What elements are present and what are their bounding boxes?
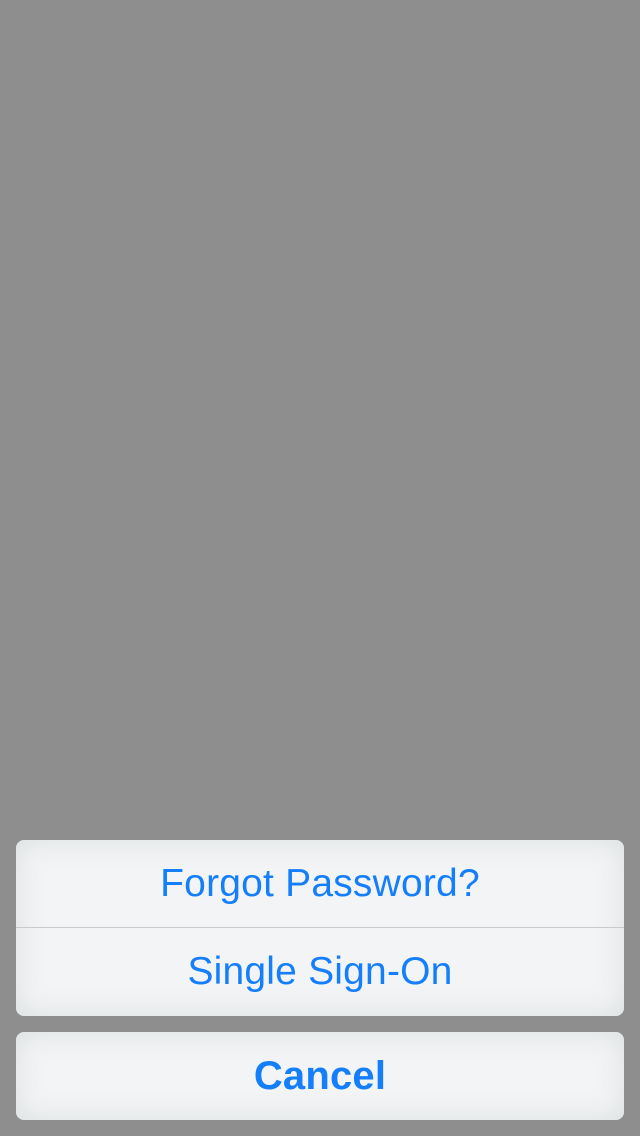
single-sign-on-button[interactable]: Single Sign-On xyxy=(16,928,624,1016)
action-sheet-options-group: Forgot Password? Single Sign-On xyxy=(16,840,624,1016)
forgot-password-button[interactable]: Forgot Password? xyxy=(16,840,624,928)
action-sheet-cancel-group: Cancel xyxy=(16,1032,624,1120)
cancel-button[interactable]: Cancel xyxy=(16,1032,624,1120)
